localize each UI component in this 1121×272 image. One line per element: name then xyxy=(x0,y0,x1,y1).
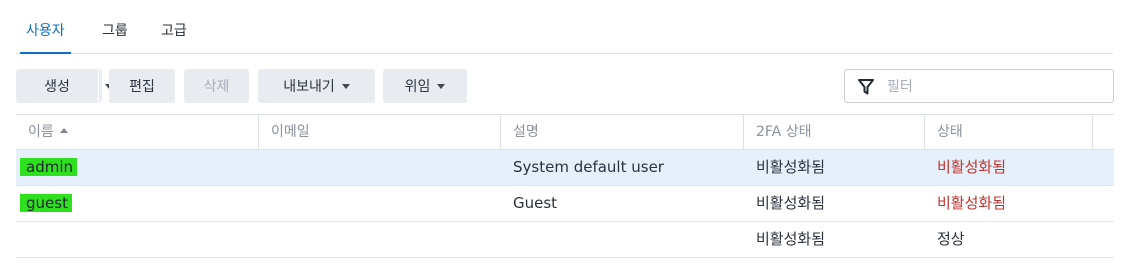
column-header-name[interactable]: 이름 xyxy=(16,115,259,149)
table-header: 이름 이메일 설명 2FA 상태 상태 xyxy=(16,114,1114,150)
table-row[interactable]: 비활성화됨 정상 xyxy=(16,222,1114,258)
column-header-status[interactable]: 상태 xyxy=(925,115,1093,149)
user-email-cell xyxy=(259,150,501,185)
user-description-cell xyxy=(501,222,744,257)
user-2fa-status-cell: 비활성화됨 xyxy=(756,158,826,176)
user-email-cell xyxy=(259,186,501,221)
user-status-cell: 정상 xyxy=(937,230,965,248)
column-header-email[interactable]: 이메일 xyxy=(259,115,501,149)
table-row[interactable]: admin System default user 비활성화됨 비활성화됨 xyxy=(16,150,1114,186)
create-button[interactable]: 생성 xyxy=(16,76,98,96)
user-name: admin xyxy=(20,158,77,176)
user-email-cell xyxy=(259,222,501,257)
chevron-down-icon xyxy=(341,83,350,89)
filter-input[interactable] xyxy=(885,76,1104,98)
filter-icon xyxy=(858,79,874,95)
export-button[interactable]: 내보내기 xyxy=(258,69,375,103)
column-header-2fa-status[interactable]: 2FA 상태 xyxy=(744,115,925,149)
tab-bar: 사용자 그룹 고급 xyxy=(16,0,1113,54)
chevron-down-icon xyxy=(437,83,446,89)
user-name-cell: guest xyxy=(16,186,259,221)
create-split-button: 생성 xyxy=(16,69,113,103)
tab-advanced[interactable]: 고급 xyxy=(161,20,187,40)
delegate-button[interactable]: 위임 xyxy=(383,69,467,103)
sort-ascending-icon xyxy=(59,127,68,133)
user-table: 이름 이메일 설명 2FA 상태 상태 admin System default… xyxy=(16,114,1114,258)
tab-groups[interactable]: 그룹 xyxy=(102,20,128,40)
delete-button[interactable]: 삭제 xyxy=(184,69,249,103)
delegate-label: 위임 xyxy=(404,79,431,95)
user-description-cell: System default user xyxy=(513,158,664,176)
edit-button[interactable]: 편집 xyxy=(109,69,175,103)
filter-box xyxy=(844,69,1114,103)
user-status-cell: 비활성화됨 xyxy=(937,158,1007,176)
user-name-cell xyxy=(16,222,259,257)
user-name: guest xyxy=(20,194,72,212)
tab-users[interactable]: 사용자 xyxy=(20,20,71,54)
user-name-cell: admin xyxy=(16,150,259,185)
user-2fa-status-cell: 비활성화됨 xyxy=(756,194,826,212)
user-description-cell: Guest xyxy=(513,194,558,212)
user-status-cell: 비활성화됨 xyxy=(937,194,1007,212)
toolbar: 생성 편집 삭제 내보내기 위임 xyxy=(16,69,1114,103)
user-2fa-status-cell: 비활성화됨 xyxy=(756,230,826,248)
column-header-description[interactable]: 설명 xyxy=(501,115,744,149)
export-label: 내보내기 xyxy=(283,79,335,95)
table-row[interactable]: guest Guest 비활성화됨 비활성화됨 xyxy=(16,186,1114,222)
